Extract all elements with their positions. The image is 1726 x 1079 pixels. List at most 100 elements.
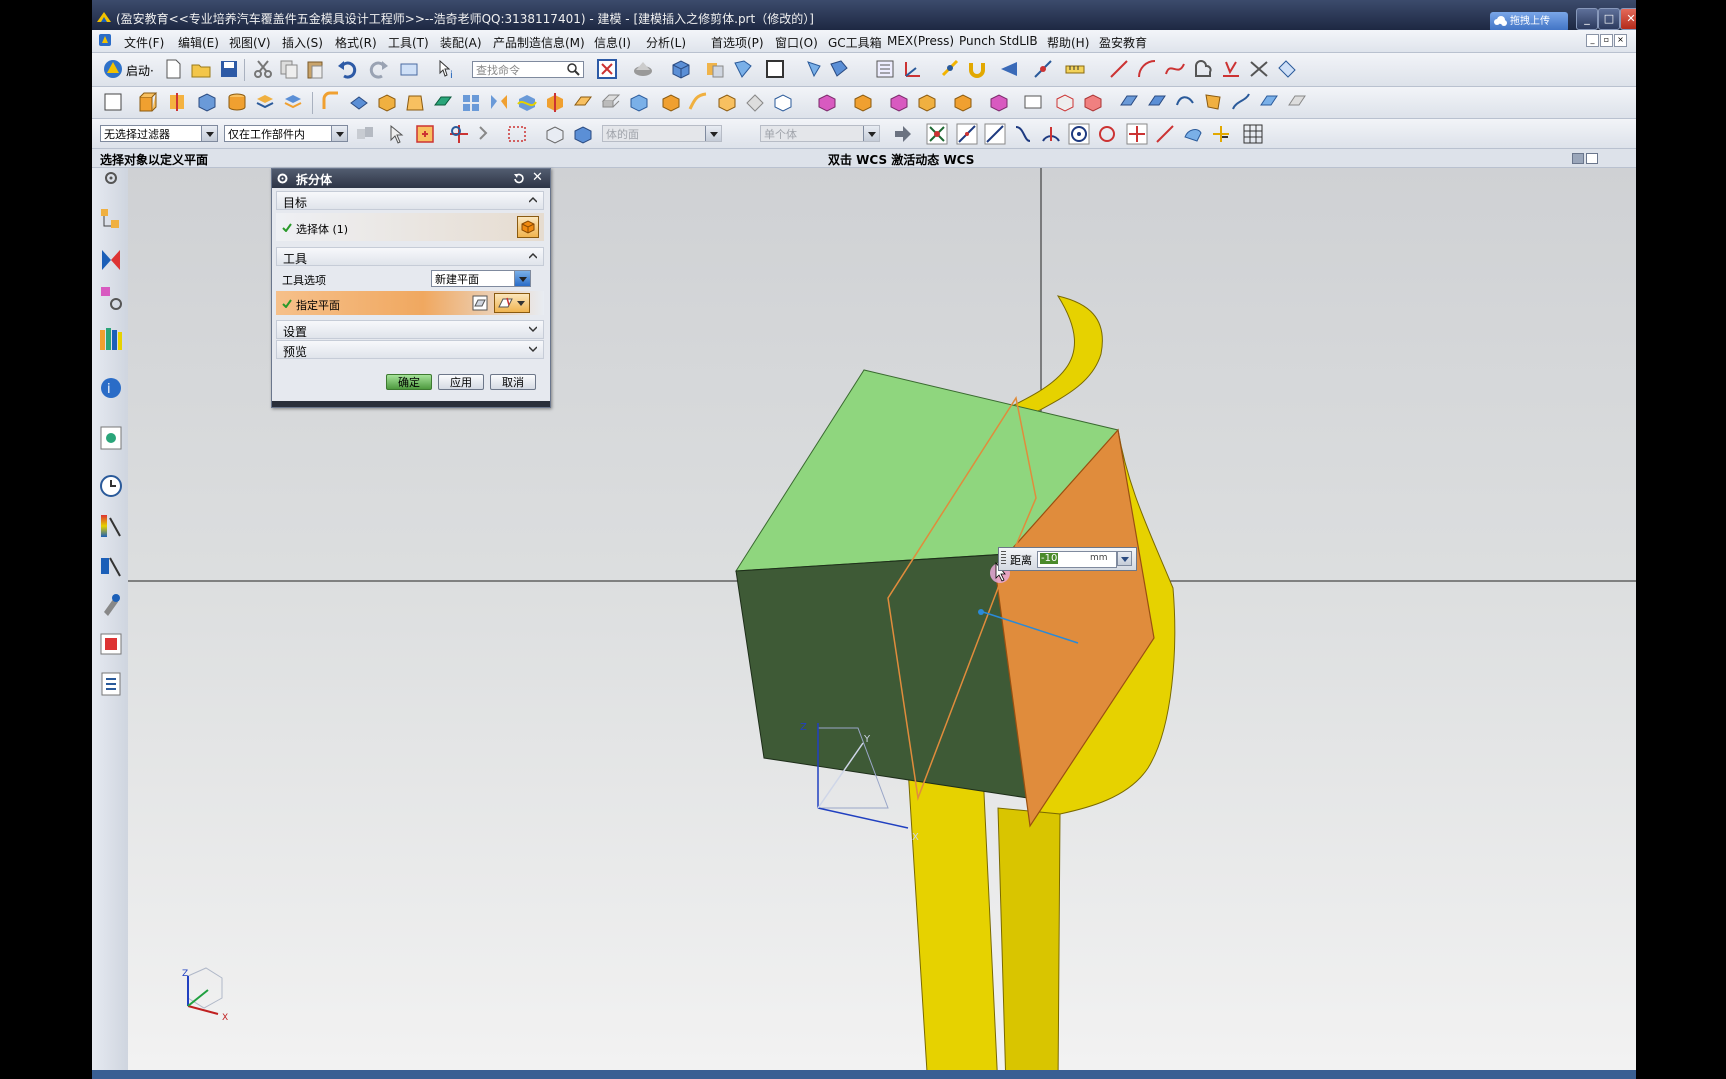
- select-body-row[interactable]: 选择体 (1): [276, 213, 544, 241]
- doc-minimize-button[interactable]: _: [1586, 34, 1599, 47]
- snap-control-point-icon[interactable]: [984, 123, 1006, 145]
- rendering-style-icon[interactable]: [632, 58, 654, 80]
- move-face-icon[interactable]: [716, 91, 738, 113]
- sync-model-icon[interactable]: [816, 91, 838, 113]
- block-icon[interactable]: [196, 91, 218, 113]
- make-coplanar-icon[interactable]: [916, 91, 938, 113]
- offset-face-icon[interactable]: [572, 91, 594, 113]
- pull-face-icon[interactable]: [744, 91, 766, 113]
- snap-end-point-icon[interactable]: [926, 123, 948, 145]
- maximize-button[interactable]: □: [1598, 8, 1620, 30]
- delete-face-icon[interactable]: [660, 91, 682, 113]
- n-sided-surface-icon[interactable]: [1202, 91, 1224, 113]
- arrow-right-icon[interactable]: [892, 123, 914, 145]
- chevron-down-icon[interactable]: [514, 271, 530, 286]
- start-label[interactable]: 启动·: [126, 62, 154, 79]
- radial-dimension-icon[interactable]: [1082, 91, 1104, 113]
- snap-bounded-grid-icon[interactable]: [1210, 123, 1232, 145]
- show-icon[interactable]: [732, 58, 754, 80]
- trim-body-icon[interactable]: [516, 91, 538, 113]
- selection-filter-icon[interactable]: [354, 123, 376, 145]
- thicken-icon[interactable]: [600, 91, 622, 113]
- chevron-up-icon[interactable]: [529, 196, 537, 204]
- chevron-down-icon[interactable]: [529, 345, 537, 353]
- menu-edit[interactable]: 编辑(E): [178, 34, 219, 51]
- gear-icon[interactable]: [276, 172, 289, 185]
- unite-icon[interactable]: [254, 91, 276, 113]
- shell-icon[interactable]: [376, 91, 398, 113]
- cylinder-icon[interactable]: [226, 91, 248, 113]
- menu-yingan[interactable]: 盈安教育: [1099, 34, 1147, 51]
- status-panel-icon[interactable]: [1586, 153, 1598, 164]
- menu-insert[interactable]: 插入(S): [282, 34, 323, 51]
- pattern-icon[interactable]: [460, 91, 482, 113]
- fit-view-icon[interactable]: [596, 58, 618, 80]
- search-icon[interactable]: [566, 62, 580, 76]
- target-section-header[interactable]: 目标: [276, 191, 544, 210]
- extrude-icon[interactable]: [136, 91, 158, 113]
- plane-dialog-icon[interactable]: [472, 295, 488, 311]
- part-navigator-icon[interactable]: [874, 58, 896, 80]
- web-browser-icon[interactable]: [98, 424, 124, 452]
- cube-front-face[interactable]: [735, 551, 1041, 799]
- menu-file[interactable]: 文件(F): [124, 34, 164, 51]
- swept-icon[interactable]: [1174, 91, 1196, 113]
- menu-mex-press[interactable]: MEX(Press): [887, 34, 954, 48]
- snap-point-on-surface-icon[interactable]: [1182, 123, 1204, 145]
- settings-section-header[interactable]: 设置: [276, 320, 544, 339]
- open-folder-icon[interactable]: [190, 58, 212, 80]
- cut-icon[interactable]: [252, 58, 274, 80]
- paste-icon[interactable]: [304, 58, 326, 80]
- apply-button[interactable]: 应用: [438, 374, 484, 390]
- snap-point-icon[interactable]: [940, 58, 962, 80]
- snap-arc-center-icon[interactable]: [1040, 123, 1062, 145]
- chevron-down-icon[interactable]: [1117, 551, 1132, 566]
- spline-icon[interactable]: [1164, 58, 1186, 80]
- datum-plane-icon[interactable]: [432, 91, 454, 113]
- surface-icon[interactable]: [1118, 91, 1140, 113]
- yellow-sheet-lower[interactable]: [997, 807, 1061, 1070]
- join-curve-icon[interactable]: [1276, 58, 1298, 80]
- trim-sheet-icon[interactable]: [1258, 91, 1280, 113]
- menu-format[interactable]: 格式(R): [335, 34, 377, 51]
- split-body-icon[interactable]: [544, 91, 566, 113]
- chevron-down-icon[interactable]: [201, 126, 217, 141]
- command-finder-icon[interactable]: i: [436, 58, 458, 80]
- select-box-icon[interactable]: [414, 123, 436, 145]
- view-direction-icon[interactable]: [998, 58, 1020, 80]
- specify-plane-row[interactable]: 指定平面: [276, 291, 544, 315]
- menu-pmi[interactable]: 产品制造信息(M): [493, 34, 585, 51]
- menu-assembly[interactable]: 装配(A): [440, 34, 482, 51]
- tool-option-select[interactable]: 新建平面: [431, 270, 531, 287]
- menu-gc-toolbox[interactable]: GC工具箱: [828, 34, 882, 51]
- angular-dimension-icon[interactable]: [1054, 91, 1076, 113]
- snap-point-on-curve-icon[interactable]: [1096, 123, 1118, 145]
- distance-screen-input[interactable]: 距离 -10 mm: [998, 547, 1137, 571]
- replace-face-icon[interactable]: [688, 91, 710, 113]
- constraint-navigator-icon[interactable]: [98, 246, 124, 274]
- lasso-select-icon[interactable]: [476, 123, 498, 145]
- draft-icon[interactable]: [404, 91, 426, 113]
- start-icon[interactable]: [102, 58, 124, 80]
- chevron-down-icon[interactable]: [331, 126, 347, 141]
- snap-mid-point-icon[interactable]: [956, 123, 978, 145]
- repeat-command-icon[interactable]: [398, 58, 420, 80]
- transform-icon[interactable]: [828, 58, 850, 80]
- preview-section-header[interactable]: 预览: [276, 340, 544, 359]
- dialog-title-bar[interactable]: 拆分体 ✕: [272, 169, 550, 188]
- rectangle-select-icon[interactable]: [506, 123, 528, 145]
- system-scene-icon[interactable]: [98, 670, 124, 698]
- menu-window[interactable]: 窗口(O): [775, 34, 818, 51]
- chevron-up-icon[interactable]: [529, 252, 537, 260]
- offset-region-icon[interactable]: [772, 91, 794, 113]
- project-curve-icon[interactable]: [1220, 58, 1242, 80]
- gear-icon[interactable]: [98, 170, 124, 186]
- chevron-down-icon[interactable]: [529, 325, 537, 333]
- menu-preferences[interactable]: 首选项(P): [711, 34, 764, 51]
- snap-quadrant-icon[interactable]: [1068, 123, 1090, 145]
- trim-curve-icon[interactable]: [1248, 58, 1270, 80]
- select-body-button[interactable]: [517, 216, 539, 238]
- roles-icon[interactable]: [98, 630, 124, 658]
- linear-dimension-icon[interactable]: [1022, 91, 1044, 113]
- process-studio-icon[interactable]: [98, 552, 124, 580]
